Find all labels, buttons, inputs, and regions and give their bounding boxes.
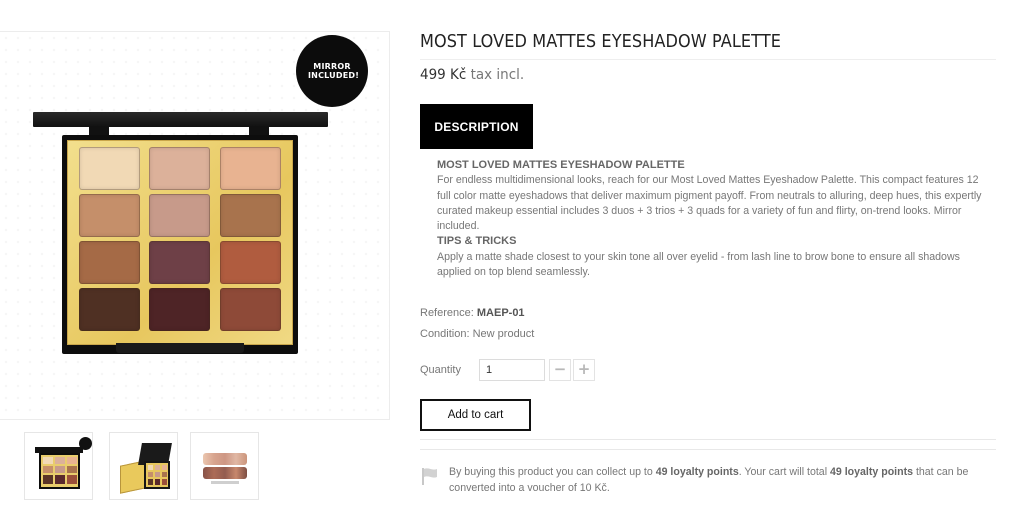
loyalty-text-2: . Your cart will total <box>738 466 830 478</box>
reference-label: Reference: <box>420 307 474 319</box>
quantity-decrease-button[interactable]: − <box>549 359 571 381</box>
reference-row: Reference: MAEP-01 <box>420 307 525 319</box>
badge-text: MIRROR INCLUDED! <box>308 62 360 80</box>
quantity-input[interactable] <box>479 359 545 381</box>
condition-value: New product <box>472 328 535 340</box>
eyeshadow-pan <box>149 147 210 190</box>
description-content: MOST LOVED MATTES EYESHADOW PALETTE For … <box>437 158 982 280</box>
eyeshadow-pan <box>220 194 281 237</box>
tab-description[interactable]: DESCRIPTION <box>420 104 533 149</box>
thumbnail-palette-open[interactable] <box>24 432 93 500</box>
thumbnail-swatches[interactable] <box>190 432 259 500</box>
eyeshadow-pan <box>220 241 281 284</box>
eyeshadow-pan <box>79 147 140 190</box>
loyalty-points-2: 49 loyalty points <box>830 466 914 478</box>
thumbnail-palette-box[interactable] <box>109 432 178 500</box>
divider-top <box>420 439 996 440</box>
tips-heading: TIPS & TRICKS <box>437 235 517 248</box>
product-price: 499 Kč <box>420 67 467 83</box>
description-body: For endless multidimensional looks, reac… <box>437 174 982 233</box>
condition-row: Condition: New product <box>420 328 534 340</box>
eyeshadow-pan <box>149 288 210 331</box>
loyalty-points-1: 49 loyalty points <box>655 466 739 478</box>
main-product-image[interactable]: MIRROR INCLUDED! <box>0 31 390 420</box>
add-to-cart-button[interactable]: Add to cart <box>420 399 531 431</box>
palette-lid <box>33 112 328 127</box>
loyalty-text-1: By buying this product you can collect u… <box>449 466 656 478</box>
product-title: MOST LOVED MATTES EYESHADOW PALETTE <box>420 32 782 52</box>
eyeshadow-pan <box>79 241 140 284</box>
loyalty-message: By buying this product you can collect u… <box>449 464 994 496</box>
eyeshadow-pan <box>220 288 281 331</box>
eyeshadow-pan <box>149 241 210 284</box>
price-row: 499 Kč tax incl. <box>420 67 524 83</box>
quantity-increase-button[interactable]: + <box>573 359 595 381</box>
eyeshadow-pan <box>149 194 210 237</box>
title-divider <box>420 59 996 60</box>
divider-bottom <box>420 449 996 450</box>
tax-label: tax incl. <box>470 67 525 83</box>
palette-foot <box>116 343 244 353</box>
condition-label: Condition: <box>420 328 470 340</box>
quantity-label: Quantity <box>420 364 461 376</box>
description-heading: MOST LOVED MATTES EYESHADOW PALETTE <box>437 159 685 171</box>
mirror-included-badge: MIRROR INCLUDED! <box>296 35 368 107</box>
flag-icon <box>422 468 437 485</box>
reference-value: MAEP-01 <box>476 307 525 319</box>
tips-body: Apply a matte shade closest to your skin… <box>437 250 960 279</box>
eyeshadow-pan <box>79 194 140 237</box>
eyeshadow-pan <box>220 147 281 190</box>
eyeshadow-pan <box>79 288 140 331</box>
